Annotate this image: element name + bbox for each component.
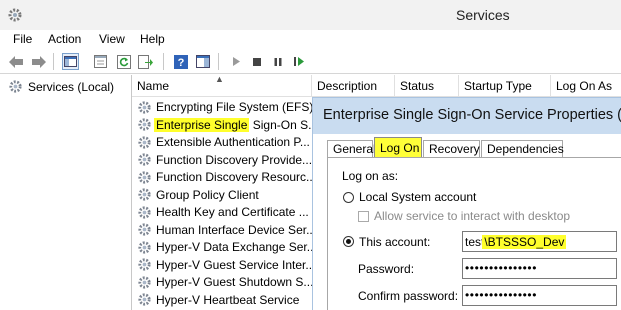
list-item[interactable]: Enterprise Single Sign-On S... bbox=[137, 116, 318, 134]
menu-view[interactable]: View bbox=[99, 32, 125, 46]
help-icon[interactable]: ? bbox=[172, 53, 189, 70]
service-gear-icon bbox=[137, 135, 152, 150]
service-name: Health Key and Certificate ... bbox=[156, 205, 309, 219]
window-titlebar: Services bbox=[0, 0, 621, 30]
list-item[interactable]: Health Key and Certificate ... bbox=[137, 203, 309, 221]
list-item[interactable]: Human Interface Device Ser... bbox=[137, 221, 316, 239]
menu-action[interactable]: Action bbox=[48, 32, 81, 46]
service-name: Function Discovery Provide... bbox=[156, 152, 313, 167]
service-gear-icon bbox=[137, 222, 152, 237]
toolbar-separator bbox=[218, 53, 219, 70]
this-account-radio[interactable] bbox=[343, 236, 354, 247]
log-on-as-label: Log on as: bbox=[342, 169, 399, 183]
toolbar-separator bbox=[163, 53, 164, 70]
menu-file[interactable]: File bbox=[13, 32, 32, 46]
allow-interact-checkbox[interactable] bbox=[358, 211, 369, 222]
service-name: Extensible Authentication P... bbox=[156, 135, 310, 149]
local-system-radio[interactable] bbox=[343, 192, 354, 203]
service-gear-icon bbox=[137, 240, 152, 255]
tree-item-label: Services (Local) bbox=[28, 79, 115, 94]
service-name: Hyper-V Guest Shutdown S... bbox=[156, 275, 314, 289]
console-tree-icon[interactable] bbox=[62, 53, 79, 70]
list-item[interactable]: Function Discovery Resourc... bbox=[137, 168, 316, 186]
service-gear-icon bbox=[137, 292, 152, 307]
service-name: Human Interface Device Ser... bbox=[156, 222, 317, 237]
play-icon[interactable] bbox=[227, 53, 244, 70]
stop-icon[interactable] bbox=[248, 53, 265, 70]
list-item[interactable]: Hyper-V Data Exchange Ser... bbox=[137, 238, 317, 256]
service-name-highlight: Enterprise Single bbox=[154, 117, 250, 132]
service-gear-icon bbox=[137, 117, 152, 132]
tab-general[interactable]: General bbox=[327, 140, 376, 157]
list-item[interactable]: Hyper-V Guest Service Inter... bbox=[137, 256, 315, 274]
service-gear-icon bbox=[137, 205, 152, 220]
tab-dependencies[interactable]: Dependencies bbox=[481, 140, 564, 157]
service-gear-icon bbox=[137, 257, 152, 272]
password-input[interactable]: ••••••••••••••• bbox=[462, 258, 617, 279]
list-item[interactable]: Extensible Authentication P... bbox=[137, 133, 310, 151]
column-header-log-on-as[interactable]: Log On As bbox=[551, 75, 621, 97]
column-header-name[interactable]: Name ▲ bbox=[132, 74, 312, 97]
restart-icon[interactable] bbox=[290, 53, 307, 70]
service-gear-icon bbox=[137, 187, 152, 202]
column-header-name-label: Name bbox=[137, 79, 170, 93]
pause-icon[interactable] bbox=[269, 53, 286, 70]
services-icon bbox=[9, 80, 22, 93]
export-list-icon[interactable] bbox=[137, 53, 154, 70]
service-name: Group Policy Client bbox=[156, 187, 259, 202]
dialog-title: Enterprise Single Sign-On Service Proper… bbox=[323, 107, 621, 123]
dialog-titlebar[interactable]: Enterprise Single Sign-On Service Proper… bbox=[313, 98, 621, 134]
service-gear-icon bbox=[137, 170, 152, 185]
service-name-rest: Sign-On S... bbox=[249, 117, 319, 132]
tab-recovery[interactable]: Recovery bbox=[423, 140, 480, 157]
list-item[interactable]: Encrypting File System (EFS) bbox=[137, 98, 313, 116]
column-header-description[interactable]: Description bbox=[312, 75, 395, 97]
account-input[interactable]: test\BTSSSO_Dev bbox=[462, 231, 617, 252]
service-name: Enterprise Single Sign-On S... bbox=[154, 117, 319, 132]
list-item[interactable]: Hyper-V Heartbeat Service bbox=[137, 291, 299, 309]
service-name: Encrypting File System (EFS) bbox=[156, 100, 314, 114]
log-on-tab-panel: Log on as: Local System account Allow se… bbox=[327, 157, 621, 310]
toolbar-separator bbox=[53, 53, 54, 70]
window-title: Services bbox=[456, 7, 510, 23]
properties-icon[interactable] bbox=[92, 53, 109, 70]
back-arrow-icon[interactable] bbox=[7, 53, 24, 70]
menu-bar: File Action View Help bbox=[0, 30, 621, 49]
confirm-password-label: Confirm password: bbox=[358, 289, 459, 303]
service-gear-icon bbox=[137, 152, 152, 167]
list-item[interactable]: Hyper-V Guest Shutdown S... bbox=[137, 273, 313, 291]
service-name: Hyper-V Data Exchange Ser... bbox=[156, 240, 317, 254]
local-system-label[interactable]: Local System account bbox=[359, 190, 476, 204]
properties-dialog: Enterprise Single Sign-On Service Proper… bbox=[312, 97, 621, 310]
column-header-startup-type[interactable]: Startup Type bbox=[459, 75, 551, 97]
services-app-icon[interactable] bbox=[7, 7, 23, 23]
refresh-icon[interactable] bbox=[115, 53, 132, 70]
list-item[interactable]: Function Discovery Provide... bbox=[137, 151, 312, 169]
confirm-password-input[interactable]: ••••••••••••••• bbox=[462, 285, 617, 306]
show-hide-icon[interactable] bbox=[194, 53, 211, 70]
service-gear-icon bbox=[137, 100, 152, 115]
menu-help[interactable]: Help bbox=[140, 32, 165, 46]
allow-interact-label: Allow service to interact with desktop bbox=[374, 209, 571, 223]
column-header-status[interactable]: Status bbox=[395, 75, 459, 97]
service-gear-icon bbox=[137, 275, 152, 290]
this-account-label[interactable]: This account: bbox=[359, 235, 430, 249]
service-name: Function Discovery Resourc... bbox=[156, 170, 317, 184]
tree-item-services-local[interactable]: Services (Local) bbox=[8, 79, 114, 94]
console-tree: Services (Local) bbox=[0, 75, 132, 310]
forward-arrow-icon[interactable] bbox=[30, 53, 47, 70]
password-label: Password: bbox=[358, 262, 415, 276]
service-name: Hyper-V Guest Service Inter... bbox=[156, 257, 316, 272]
list-item[interactable]: Group Policy Client bbox=[137, 186, 259, 204]
account-value-highlight: \BTSSSO_Dev bbox=[482, 235, 567, 249]
toolbar: ? bbox=[0, 49, 621, 74]
tab-log-on[interactable]: Log On bbox=[374, 137, 422, 158]
sort-ascending-icon: ▲ bbox=[215, 74, 224, 84]
svg-text:?: ? bbox=[177, 57, 184, 69]
service-name: Hyper-V Heartbeat Service bbox=[156, 292, 300, 307]
